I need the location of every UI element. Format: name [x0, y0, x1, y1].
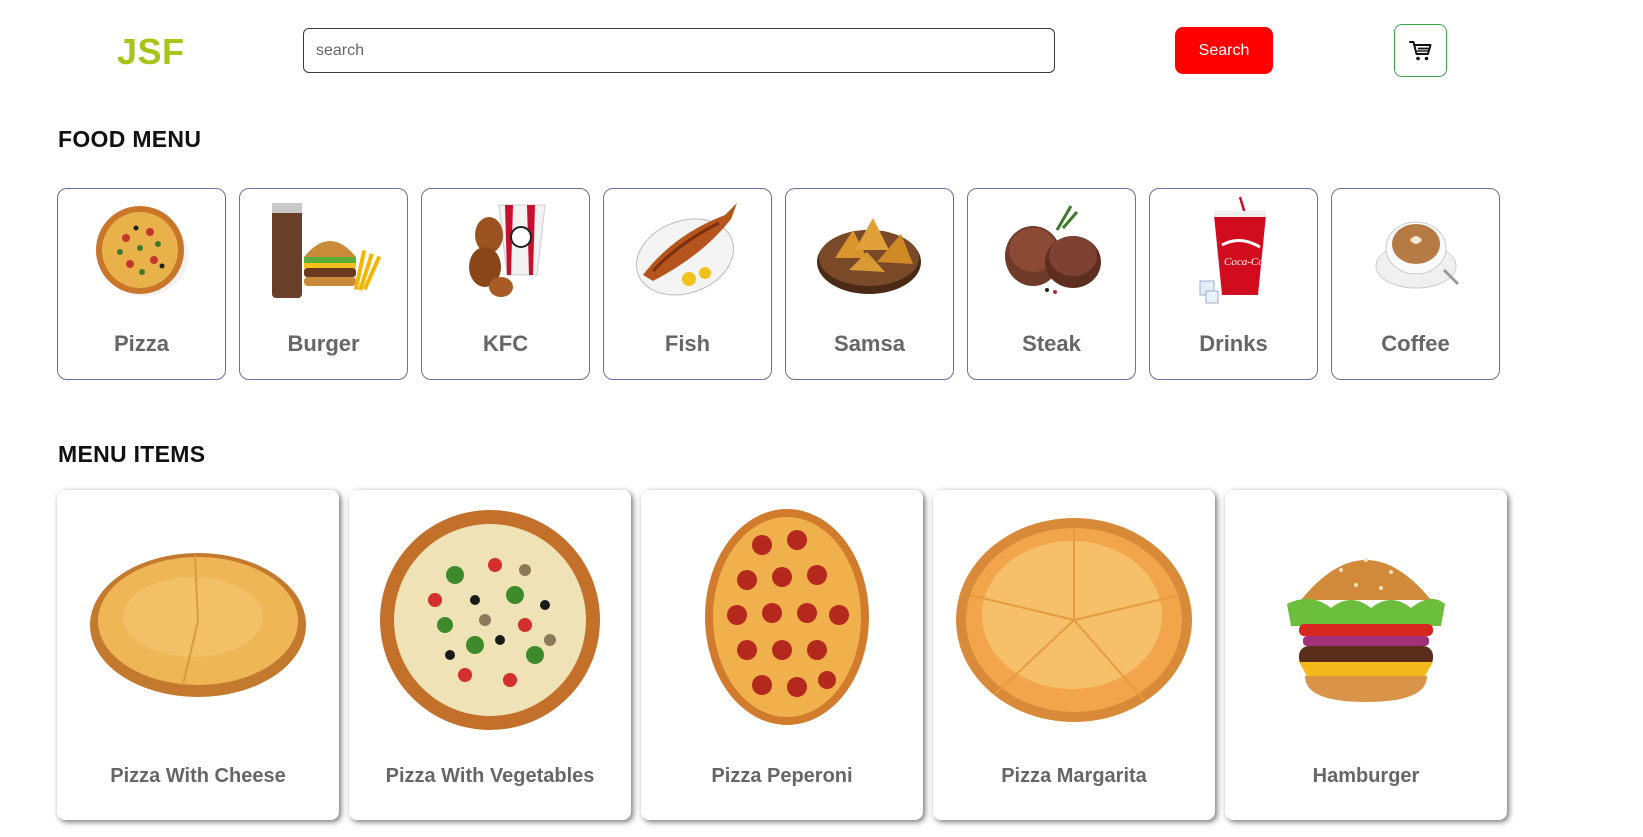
logo[interactable]: JSF [117, 31, 185, 73]
category-card-kfc[interactable]: KFC [421, 188, 590, 380]
category-label: Pizza [113, 331, 170, 356]
fish-image [604, 195, 771, 305]
vegetable-pizza-image [357, 500, 623, 740]
category-label: Samsa [834, 331, 905, 356]
samsa-image [786, 195, 953, 305]
category-label: Coffee [1381, 331, 1450, 356]
category-label: Steak [1022, 331, 1081, 356]
food-menu-title: FOOD MENU [58, 126, 202, 152]
pizza-image [58, 195, 225, 305]
category-card-burger[interactable]: Burger [239, 188, 408, 380]
search-button[interactable]: Search [1175, 27, 1273, 74]
coffee-image [1332, 195, 1499, 305]
pepperoni-pizza-image [649, 500, 915, 740]
steak-image [968, 195, 1135, 305]
menu-item-name: Pizza With Vegetables [385, 765, 595, 787]
menu-item-name: Pizza Peperoni [711, 765, 853, 787]
category-card-fish[interactable]: Fish [603, 188, 772, 380]
menu-item-card[interactable]: Pizza With Vegetables [349, 490, 631, 820]
category-label: Drinks [1199, 331, 1268, 356]
drinks-image: Coca-Cola [1150, 195, 1317, 305]
category-card-drinks[interactable]: Coca-Cola Drinks [1149, 188, 1318, 380]
cart-button[interactable] [1394, 24, 1447, 77]
menu-item-name: Pizza Margarita [1001, 765, 1147, 787]
cart-icon [1408, 40, 1431, 60]
burger-image [240, 195, 407, 305]
menu-item-card[interactable]: Hamburger [1225, 490, 1507, 820]
category-list: Pizza Burger KFC Fish Samsa Steak Coca-C… [57, 188, 1500, 380]
menu-item-name: Pizza With Cheese [110, 765, 286, 787]
svg-text:Coca-Cola: Coca-Cola [1224, 256, 1273, 268]
menu-item-card[interactable]: Pizza Peperoni [641, 490, 923, 820]
category-label: KFC [482, 331, 529, 356]
category-label: Burger [287, 331, 360, 356]
cheese-pizza-image [65, 500, 331, 740]
hamburger-image [1233, 500, 1499, 740]
search-input[interactable] [303, 28, 1055, 73]
margarita-pizza-image [941, 500, 1207, 740]
category-card-samsa[interactable]: Samsa [785, 188, 954, 380]
category-label: Fish [664, 331, 711, 356]
menu-item-list: Pizza With Cheese Pizza With Vegetables [57, 490, 1507, 820]
menu-item-card[interactable]: Pizza Margarita [933, 490, 1215, 820]
kfc-chicken-image [422, 195, 589, 305]
menu-item-name: Hamburger [1312, 765, 1420, 787]
menu-item-card[interactable]: Pizza With Cheese [57, 490, 339, 820]
menu-items-title: MENU ITEMS [58, 441, 206, 467]
category-card-pizza[interactable]: Pizza [57, 188, 226, 380]
category-card-coffee[interactable]: Coffee [1331, 188, 1500, 380]
category-card-steak[interactable]: Steak [967, 188, 1136, 380]
